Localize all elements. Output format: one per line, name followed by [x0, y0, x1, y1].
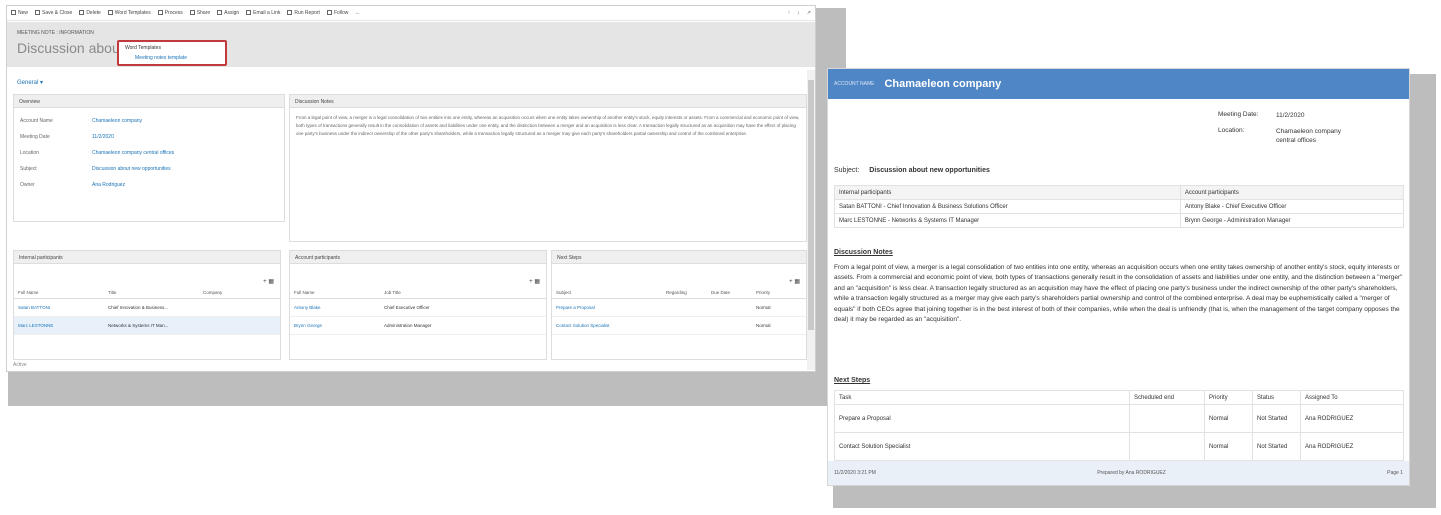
- field-meeting-date: Meeting Date 11/2/2020: [20, 134, 114, 140]
- vertical-scrollbar[interactable]: [807, 70, 815, 370]
- table-row: Task Scheduled end Priority Status Assig…: [834, 390, 1404, 405]
- table-row[interactable]: Brynn George Administration Manager: [290, 317, 546, 335]
- discussion-notes-title: Discussion Notes: [834, 249, 893, 256]
- table-row[interactable]: Antony Blake Chief Executive Officer: [290, 299, 546, 317]
- overview-panel: Overview Account Name Chamaeleon company …: [13, 94, 285, 222]
- cmd-assign[interactable]: Assign: [217, 10, 239, 16]
- add-icon[interactable]: +: [789, 279, 793, 285]
- report-footer: 11/2/2020 3:21 PM Prepared by Ana RODRIG…: [828, 461, 1409, 485]
- table-row[interactable]: Prepare a Proposal Normal: [552, 299, 806, 317]
- report-subject: Subject: Discussion about new opportuniti…: [834, 167, 990, 174]
- add-icon[interactable]: +: [263, 279, 267, 285]
- table-row[interactable]: Marc LESTONNE Networks & Systems IT Man.…: [14, 317, 280, 335]
- assign-icon: [217, 10, 223, 16]
- report-timestamp: 11/2/2020 3:21 PM: [834, 470, 876, 476]
- field-location: Location Chamaeleon company central offic…: [20, 150, 175, 156]
- next-grid-toolbar: + ▦: [552, 264, 806, 287]
- trash-icon: [79, 10, 85, 16]
- next-steps-panel: Next Steps + ▦ Subject Regarding Due Dat…: [551, 250, 807, 360]
- word-templates-popup: Word Templates Meeting notes template: [117, 40, 227, 66]
- account-participants-panel: Account participants + ▦ Full Name Job T…: [289, 250, 547, 360]
- grid-menu-icon[interactable]: ▦: [794, 279, 800, 285]
- discussion-notes-text[interactable]: From a legal point of view, a merger is …: [290, 108, 806, 144]
- next-steps-header: Next Steps: [552, 251, 806, 264]
- report-header: ACCOUNT NAME Chamaeleon company: [828, 69, 1409, 99]
- report-window: ACCOUNT NAME Chamaeleon company Meeting …: [827, 68, 1410, 486]
- report-header-label: ACCOUNT NAME: [834, 81, 875, 87]
- save-icon: [35, 10, 41, 16]
- up-arrow-icon[interactable]: ↑: [788, 10, 791, 16]
- tab-general[interactable]: General ▾: [17, 79, 43, 86]
- process-icon: [157, 10, 163, 16]
- field-account-name: Account Name Chamaeleon company: [20, 118, 143, 124]
- discussion-notes-panel: Discussion Notes From a legal point of v…: [289, 94, 807, 242]
- chevron-down-icon: ▾: [40, 80, 44, 86]
- location-value: Chamaeleon company central offices: [1276, 128, 1342, 144]
- crm-window: New Save & Close Delete Word Templates P…: [6, 5, 816, 372]
- internal-participants-header: Internal participants: [14, 251, 280, 264]
- table-row: Marc LESTONNE - Networks & Systems IT Ma…: [834, 213, 1405, 228]
- share-icon: [189, 10, 195, 16]
- cmd-delete[interactable]: Delete: [79, 10, 101, 16]
- discussion-notes-header: Discussion Notes: [290, 95, 806, 108]
- account-grid-toolbar: + ▦: [290, 264, 546, 287]
- overview-header: Overview: [14, 95, 284, 108]
- report-meta: Meeting Date: 11/2/2020 Location: Chamaele…: [1218, 111, 1356, 152]
- word-icon: [107, 10, 113, 16]
- window-controls: ↑ ↓ ↗: [788, 10, 811, 16]
- cmd-email-link[interactable]: Email a Link: [246, 10, 280, 16]
- table-row[interactable]: Satan BATTONI Chief Innovation & Busines…: [14, 299, 280, 317]
- expand-icon[interactable]: ↗: [807, 10, 811, 16]
- meeting-date-value: 11/2/2020: [1276, 112, 1305, 119]
- scrollbar-thumb[interactable]: [808, 80, 814, 330]
- cmd-follow[interactable]: Follow: [326, 10, 348, 16]
- table-row: Internal participants Account participant…: [834, 185, 1405, 200]
- report-icon: [287, 10, 293, 16]
- email-icon: [246, 10, 252, 16]
- grid-menu-icon[interactable]: ▦: [268, 279, 274, 285]
- report-page-number: Page 1: [1387, 470, 1403, 476]
- follow-icon: [326, 10, 332, 16]
- plus-icon: [11, 10, 16, 16]
- form-header: MEETING NOTE : INFORMATION Discussion ab…: [7, 22, 815, 67]
- command-bar: New Save & Close Delete Word Templates P…: [7, 6, 815, 21]
- table-row: Satan BATTONI - Chief Innovation & Busin…: [834, 199, 1405, 214]
- cmd-save-close[interactable]: Save & Close: [35, 10, 72, 16]
- breadcrumb: MEETING NOTE : INFORMATION: [17, 30, 94, 36]
- next-grid-header: Subject Regarding Due Date Priority: [552, 287, 806, 299]
- account-participants-header: Account participants: [290, 251, 546, 264]
- next-steps-table: Task Scheduled end Priority Status Assig…: [834, 390, 1404, 461]
- down-arrow-icon[interactable]: ↓: [797, 10, 800, 16]
- field-subject: Subject Discussion about new opportunitie…: [20, 166, 171, 172]
- table-row[interactable]: Contact Solution Specialist Normal: [552, 317, 806, 335]
- popup-option-word-templates[interactable]: Word Templates: [125, 45, 219, 51]
- internal-grid-toolbar: + ▦: [14, 264, 280, 287]
- internal-grid-header: Full Name Title Company: [14, 287, 280, 299]
- next-steps-title: Next Steps: [834, 377, 871, 384]
- cmd-run-report[interactable]: Run Report: [287, 10, 320, 16]
- cmd-more[interactable]: ...: [355, 10, 359, 16]
- report-prepared-by: Prepared by Ana RODRIGUEZ: [1097, 470, 1166, 476]
- add-icon[interactable]: +: [529, 279, 533, 285]
- cmd-word-templates[interactable]: Word Templates: [107, 10, 151, 16]
- internal-participants-panel: Internal participants + ▦ Full Name Titl…: [13, 250, 281, 360]
- cmd-share[interactable]: Share: [189, 10, 210, 16]
- table-row: Prepare a Proposal Normal Not Started An…: [834, 404, 1404, 433]
- report-notes-text: From a legal point of view, a merger is …: [834, 264, 1403, 324]
- cmd-new[interactable]: New: [11, 10, 28, 16]
- table-row: Contact Solution Specialist Normal Not S…: [834, 432, 1404, 461]
- popup-suboption-template[interactable]: Meeting notes template: [135, 55, 219, 61]
- report-account-name: Chamaeleon company: [884, 78, 1002, 90]
- cmd-process[interactable]: Process: [157, 10, 183, 16]
- participants-table: Internal participants Account participant…: [834, 185, 1405, 228]
- account-grid-header: Full Name Job Title: [290, 287, 546, 299]
- status-bar: Active: [13, 362, 27, 368]
- grid-menu-icon[interactable]: ▦: [534, 279, 540, 285]
- field-owner: Owner Ana Rodriguez: [20, 182, 126, 188]
